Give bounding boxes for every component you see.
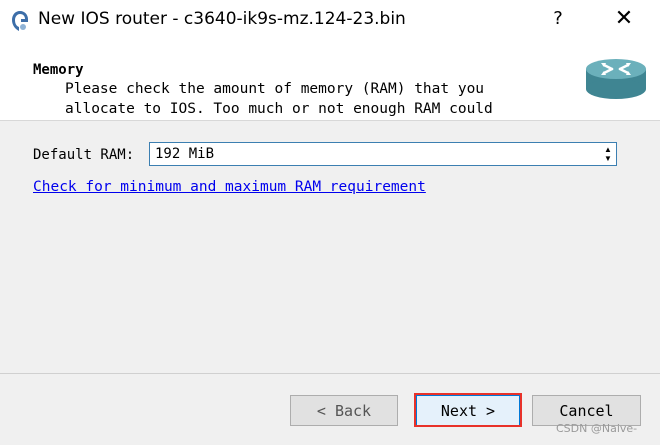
- wizard-header: Memory Please check the amount of memory…: [0, 44, 660, 121]
- watermark: CSDN @Naive-: [556, 422, 638, 435]
- close-button[interactable]: ✕: [612, 6, 636, 31]
- window-title: New IOS router - c3640-ik9s-mz.124-23.bi…: [38, 9, 406, 29]
- back-button[interactable]: < Back: [290, 395, 398, 426]
- default-ram-spinbox[interactable]: 192 MiB ▲ ▼: [149, 142, 617, 166]
- help-button[interactable]: ?: [548, 8, 568, 29]
- spin-up-icon[interactable]: ▲: [602, 145, 614, 154]
- title-bar: New IOS router - c3640-ik9s-mz.124-23.bi…: [0, 0, 660, 44]
- spin-down-icon[interactable]: ▼: [602, 154, 614, 163]
- page-title: Memory: [33, 62, 84, 78]
- default-ram-label: Default RAM:: [33, 147, 135, 163]
- default-ram-value[interactable]: 192 MiB: [155, 146, 214, 162]
- gns3-icon: [12, 11, 28, 31]
- ram-requirement-link[interactable]: Check for minimum and maximum RAM requir…: [33, 179, 426, 195]
- next-button[interactable]: Next >: [416, 395, 520, 426]
- page-description: Please check the amount of memory (RAM) …: [65, 81, 493, 117]
- ram-spinner[interactable]: ▲ ▼: [602, 145, 614, 163]
- router-icon: [586, 59, 646, 99]
